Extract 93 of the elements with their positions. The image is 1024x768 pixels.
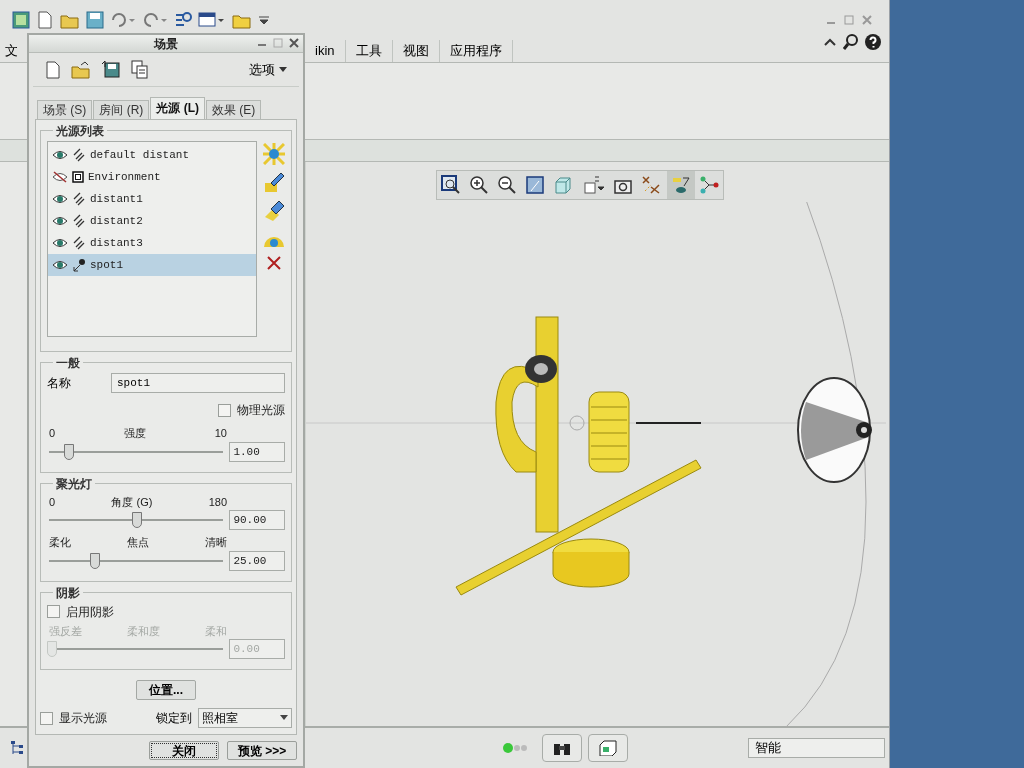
regenerate-icon[interactable] — [174, 11, 192, 29]
model-tree-icon[interactable] — [10, 740, 24, 756]
slider-max-label: 10 — [214, 426, 227, 442]
slider-min-label: 柔化 — [49, 535, 71, 551]
light-list-item[interactable]: default distant — [48, 144, 256, 167]
help-icon[interactable] — [865, 34, 881, 50]
hidden-eye-icon[interactable] — [52, 171, 68, 184]
field-label: 名称 — [47, 375, 72, 393]
checkbox[interactable] — [47, 605, 60, 619]
eye-icon[interactable] — [52, 260, 68, 271]
slider-min-label: 0 — [49, 494, 56, 510]
caret-icon — [279, 66, 287, 73]
repaint-icon[interactable] — [525, 175, 545, 195]
box-icon — [599, 740, 617, 756]
slider-label: 柔和度 — [127, 623, 160, 639]
parallel-arrows-icon — [72, 192, 86, 207]
undo-icon[interactable] — [110, 11, 136, 29]
value-field[interactable]: 25.00 — [229, 550, 285, 571]
lock-to-dropdown[interactable]: 照相室 — [198, 708, 292, 729]
zoom-in-icon[interactable] — [469, 175, 489, 195]
copy-icon[interactable] — [131, 59, 149, 80]
checkbox-label: 显示光源 — [59, 710, 107, 728]
status-dots-icon — [502, 742, 530, 754]
eye-icon[interactable] — [52, 216, 68, 227]
dialog-tab[interactable]: 光源 (L) — [150, 97, 205, 120]
add-sky-light-icon[interactable] — [263, 171, 285, 194]
eye-icon[interactable] — [52, 150, 68, 161]
slider[interactable] — [47, 550, 226, 571]
slider-min-label: 强反差 — [49, 623, 82, 639]
caret-icon — [280, 715, 288, 722]
search-icon[interactable] — [843, 34, 859, 50]
delete-icon[interactable] — [266, 255, 282, 272]
light-list-item[interactable]: distant3 — [48, 232, 256, 255]
square-icon — [72, 171, 84, 184]
open-folder-icon[interactable] — [71, 60, 91, 79]
eye-icon[interactable] — [52, 238, 68, 249]
close-icon[interactable] — [289, 38, 299, 48]
annotation-display-icon[interactable] — [671, 175, 691, 195]
dialog-tab[interactable]: 房间 (R) — [93, 100, 150, 120]
eye-icon[interactable] — [52, 194, 68, 205]
save-as-icon[interactable] — [101, 59, 121, 80]
slider-label: 强度 — [123, 426, 146, 442]
spotlight-icon — [72, 258, 86, 273]
dialog-title: 场景 — [154, 35, 178, 53]
value-field[interactable]: 1.00 — [229, 441, 285, 462]
parallel-arrows-icon — [72, 148, 86, 163]
slider-min-label: 0 — [49, 426, 56, 442]
find-button[interactable] — [542, 734, 582, 762]
slider[interactable] — [47, 441, 226, 462]
slider-max-label: 180 — [208, 494, 227, 510]
light-list-item[interactable]: distant2 — [48, 210, 256, 233]
slider-max-label: 清晰 — [205, 535, 227, 551]
slider-label: 角度 (G) — [111, 494, 153, 510]
checkbox[interactable] — [40, 711, 53, 725]
light-list-item[interactable]: spot1 — [48, 254, 256, 277]
slider-max-label: 柔和 — [205, 623, 227, 639]
saved-views-icon[interactable] — [583, 175, 605, 195]
light-list-item[interactable]: distant1 — [48, 188, 256, 211]
parallel-arrows-icon — [72, 236, 86, 251]
checkbox-label: 物理光源 — [237, 402, 285, 420]
add-distant-light-icon[interactable] — [263, 143, 285, 166]
group-title: 聚光灯 — [53, 474, 95, 493]
parallel-arrows-icon — [72, 214, 86, 229]
window-icon[interactable] — [198, 11, 226, 29]
dialog-button[interactable]: 预览 >>> — [227, 741, 297, 761]
slider-thumb[interactable] — [64, 443, 74, 460]
checkbox[interactable] — [218, 403, 231, 417]
new-file-icon[interactable] — [36, 11, 54, 29]
dialog-button[interactable]: 关闭 — [149, 741, 219, 761]
position-button[interactable]: 位置... — [136, 680, 196, 701]
new-file-icon[interactable] — [45, 60, 61, 79]
dialog-tab[interactable]: 效果 (E) — [206, 100, 262, 120]
zoom-out-icon[interactable] — [497, 175, 517, 195]
name-field[interactable]: spot1 — [111, 373, 285, 394]
light-list-item[interactable]: Environment — [48, 166, 256, 189]
ribbon-tab[interactable]: 文 — [2, 40, 21, 62]
save-icon[interactable] — [86, 11, 104, 29]
value-field[interactable]: 90.00 — [229, 510, 285, 531]
checkbox-label: 启用阴影 — [66, 603, 114, 621]
slider-label: 焦点 — [127, 535, 149, 551]
redo-icon[interactable] — [142, 11, 168, 29]
dialog-tab[interactable]: 场景 (S) — [37, 100, 93, 120]
spin-center-icon[interactable] — [699, 175, 719, 195]
slider-thumb[interactable] — [132, 512, 142, 529]
filter-dropdown[interactable]: 智能 — [748, 738, 885, 758]
datum-display-icon[interactable] — [641, 175, 663, 195]
selection-filter-button[interactable] — [588, 734, 628, 762]
value-field: 0.00 — [229, 639, 285, 660]
slider-thumb[interactable] — [89, 552, 100, 569]
app-icon[interactable] — [12, 11, 30, 29]
add-point-light-icon[interactable] — [263, 199, 285, 222]
options-menu[interactable]: 选项 — [249, 59, 287, 80]
field-label: 锁定到 — [156, 710, 192, 728]
